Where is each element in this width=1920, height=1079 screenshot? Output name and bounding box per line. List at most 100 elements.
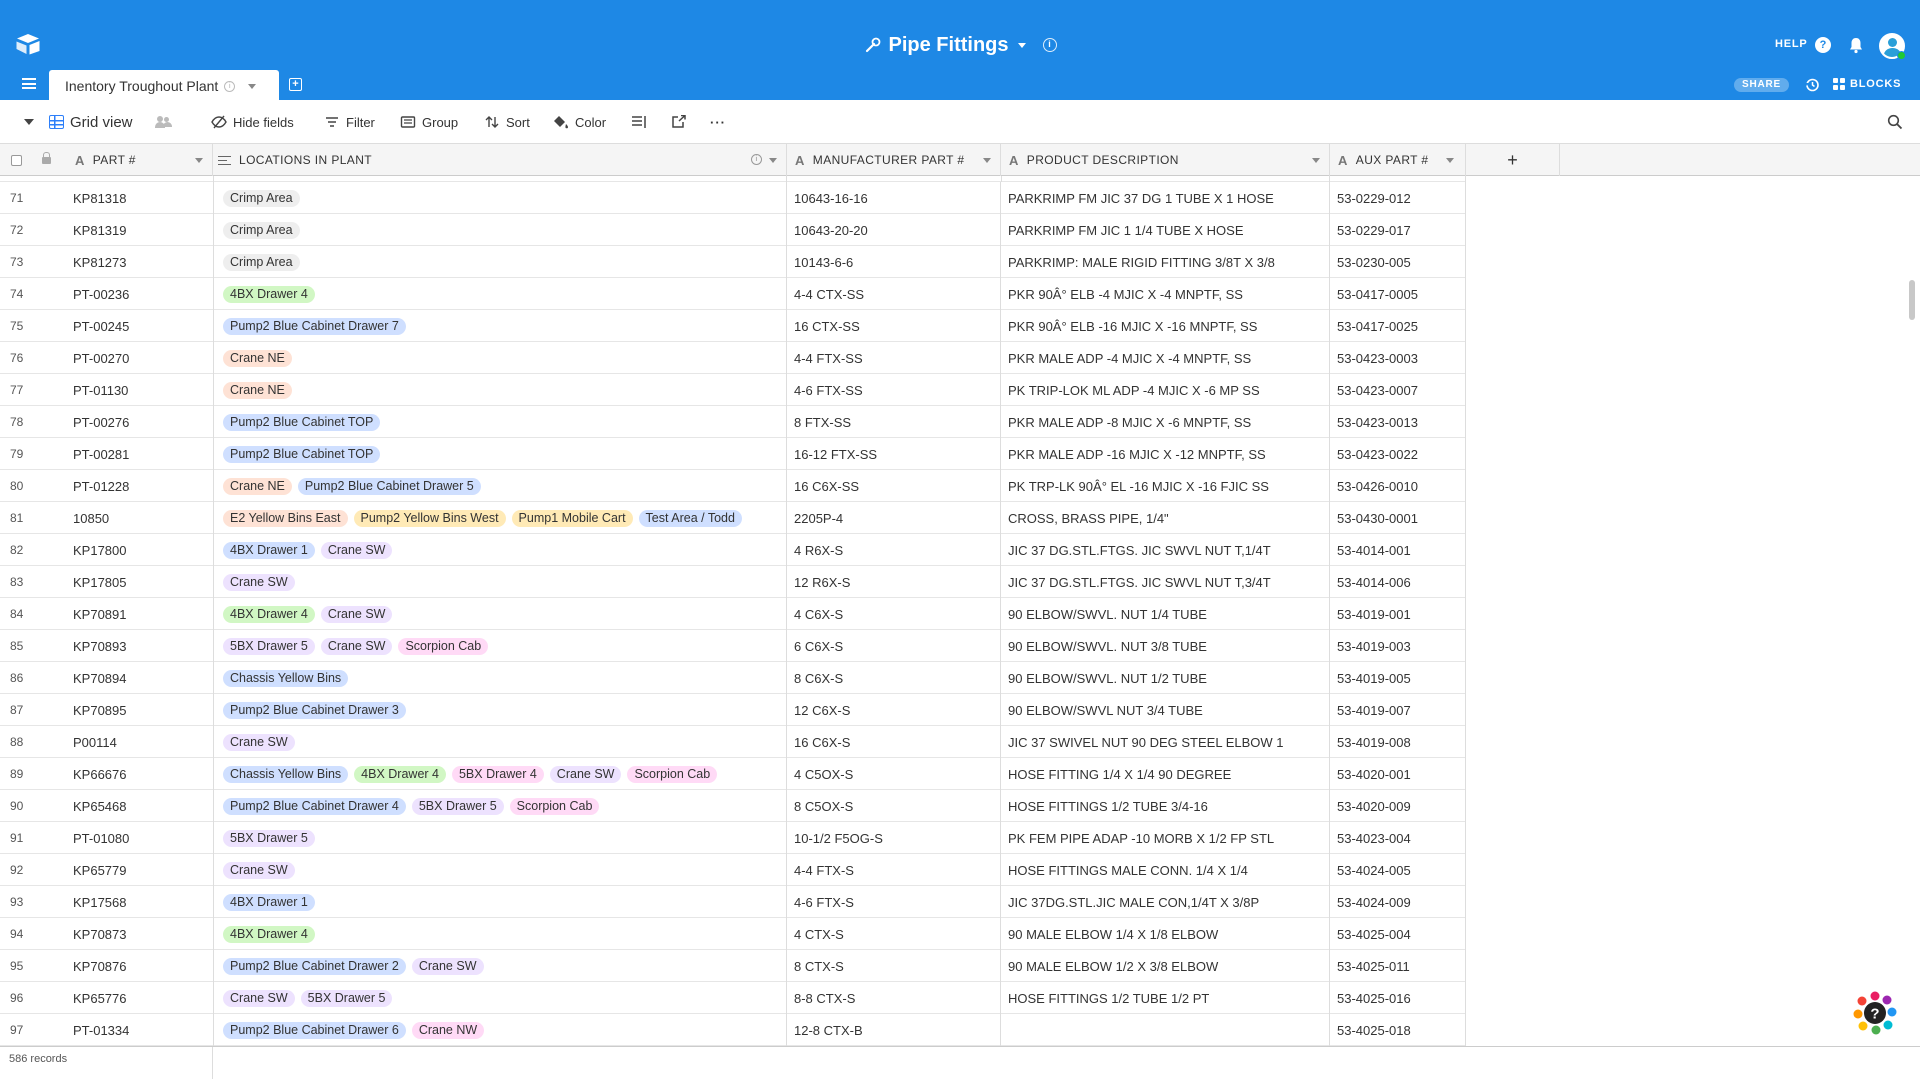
cell-aux-part[interactable]: 53-4024-005 [1330, 854, 1466, 886]
row-number[interactable]: 78 [0, 406, 72, 438]
cell-aux-part[interactable]: 53-4025-018 [1330, 1014, 1466, 1046]
column-menu-caret-icon[interactable] [195, 158, 203, 163]
row-number[interactable]: 89 [0, 758, 72, 790]
table-row[interactable]: 73 KP81273 Crimp Area 10143-6-6 PARKRIMP: MA… [0, 246, 1466, 278]
cell-product-description[interactable]: PK TRP-LK 90Â° EL -16 MJIC X -16 FJIC SS [1001, 470, 1330, 502]
column-header-part[interactable]: A PART # [72, 144, 213, 176]
cell-part-number[interactable]: PT-00245 [72, 310, 213, 342]
row-number[interactable]: 79 [0, 438, 72, 470]
cell-manufacturer-part[interactable]: 16 C6X-SS [787, 470, 1001, 502]
row-number[interactable]: 86 [0, 662, 72, 694]
cell-aux-part[interactable]: 53-0423-0007 [1330, 374, 1466, 406]
cell-manufacturer-part[interactable]: 12-8 CTX-B [787, 1014, 1001, 1046]
cell-part-number[interactable]: KP70893 [72, 630, 213, 662]
cell-manufacturer-part[interactable]: 4 R6X-S [787, 534, 1001, 566]
cell-product-description[interactable]: PARKRIMP FM JIC 37 DG 1 TUBE X 1 HOSE [1001, 182, 1330, 214]
cell-product-description[interactable]: PARKRIMP FM JIC 1 1/4 TUBE X HOSE [1001, 214, 1330, 246]
table-row[interactable]: 77 PT-01130 Crane NE 4-6 FTX-SS PK TRIP-LOK … [0, 374, 1466, 406]
cell-aux-part[interactable]: 53-4019-008 [1330, 726, 1466, 758]
cell-product-description[interactable]: JIC 37 DG.STL.FTGS. JIC SWVL NUT T,1/4T [1001, 534, 1330, 566]
cell-aux-part[interactable]: 53-4025-011 [1330, 950, 1466, 982]
cell-manufacturer-part[interactable]: 10643-16-16 [787, 182, 1001, 214]
add-table-icon[interactable]: + [289, 78, 302, 91]
field-description-icon[interactable]: i [751, 154, 762, 165]
cell-manufacturer-part[interactable]: 10-1/2 F5OG-S [787, 822, 1001, 854]
cell-aux-part[interactable]: 53-4019-003 [1330, 630, 1466, 662]
cell-aux-part[interactable]: 53-0230-005 [1330, 246, 1466, 278]
cell-locations[interactable]: 5BX Drawer 5 Crane SW Scorpion Cab [213, 630, 787, 662]
table-row[interactable]: 80 PT-01228 Crane NE Pump2 Blue Cabinet Dra… [0, 470, 1466, 502]
cell-locations[interactable]: Crane SW [213, 854, 787, 886]
table-row[interactable]: 94 KP70873 4BX Drawer 4 4 CTX-S 90 MALE ELBO… [0, 918, 1466, 950]
table-row[interactable]: 91 PT-01080 5BX Drawer 5 10-1/2 F5OG-S PK FE… [0, 822, 1466, 854]
cell-locations[interactable]: 4BX Drawer 4 [213, 278, 787, 310]
help-link[interactable]: HELP [1775, 38, 1808, 50]
cell-aux-part[interactable]: 53-4019-005 [1330, 662, 1466, 694]
cell-part-number[interactable]: 10850 [72, 502, 213, 534]
cell-manufacturer-part[interactable]: 8 CTX-S [787, 950, 1001, 982]
cell-locations[interactable]: E2 Yellow Bins East Pump2 Yellow Bins Wes… [213, 502, 787, 534]
table-tab-active[interactable]: Inentory Troughout Plant i [49, 70, 279, 102]
cell-aux-part[interactable]: 53-4014-006 [1330, 566, 1466, 598]
cell-locations[interactable]: 4BX Drawer 4 [213, 918, 787, 950]
cell-locations[interactable]: Pump2 Blue Cabinet Drawer 3 [213, 694, 787, 726]
cell-locations[interactable]: Crane NE [213, 342, 787, 374]
table-row[interactable]: 79 PT-00281 Pump2 Blue Cabinet TOP 16-12 FT… [0, 438, 1466, 470]
table-row[interactable]: 82 KP17800 4BX Drawer 1 Crane SW 4 R6X-S JIC … [0, 534, 1466, 566]
cell-locations[interactable]: Crane NE Pump2 Blue Cabinet Drawer 5 [213, 470, 787, 502]
table-row[interactable]: 86 KP70894 Chassis Yellow Bins 8 C6X-S 90 EL… [0, 662, 1466, 694]
cell-part-number[interactable]: KP65779 [72, 854, 213, 886]
cell-part-number[interactable]: PT-01080 [72, 822, 213, 854]
cell-product-description[interactable]: 90 ELBOW/SWVL. NUT 1/2 TUBE [1001, 662, 1330, 694]
cell-manufacturer-part[interactable]: 8 C5OX-S [787, 790, 1001, 822]
cell-manufacturer-part[interactable]: 4-4 CTX-SS [787, 278, 1001, 310]
row-number[interactable]: 87 [0, 694, 72, 726]
column-header-aux[interactable]: A AUX PART # [1330, 144, 1466, 176]
row-number[interactable]: 94 [0, 918, 72, 950]
add-field-button[interactable]: + [1466, 144, 1560, 176]
cell-part-number[interactable]: KP81318 [72, 182, 213, 214]
row-number[interactable]: 84 [0, 598, 72, 630]
cell-manufacturer-part[interactable]: 4-4 FTX-S [787, 854, 1001, 886]
row-number[interactable]: 85 [0, 630, 72, 662]
cell-manufacturer-part[interactable]: 4 C5OX-S [787, 758, 1001, 790]
cell-aux-part[interactable]: 53-4024-009 [1330, 886, 1466, 918]
column-menu-caret-icon[interactable] [769, 158, 777, 163]
cell-product-description[interactable]: JIC 37DG.STL.JIC MALE CON,1/4T X 3/8P [1001, 886, 1330, 918]
cell-product-description[interactable]: PKR MALE ADP -8 MJIC X -6 MNPTF, SS [1001, 406, 1330, 438]
cell-product-description[interactable]: 90 ELBOW/SWVL. NUT 3/8 TUBE [1001, 630, 1330, 662]
table-row[interactable]: 89 KP66676 Chassis Yellow Bins 4BX Drawer 4… [0, 758, 1466, 790]
row-number[interactable]: 80 [0, 470, 72, 502]
cell-aux-part[interactable]: 53-4023-004 [1330, 822, 1466, 854]
table-row[interactable]: 95 KP70876 Pump2 Blue Cabinet Drawer 2 Cran… [0, 950, 1466, 982]
cell-locations[interactable]: Pump2 Blue Cabinet TOP [213, 438, 787, 470]
table-menu-caret-icon[interactable] [248, 83, 257, 89]
table-row[interactable]: 88 P00114 Crane SW 16 C6X-S JIC 37 SWIVEL NU… [0, 726, 1466, 758]
cell-manufacturer-part[interactable]: 12 C6X-S [787, 694, 1001, 726]
cell-aux-part[interactable]: 53-4020-001 [1330, 758, 1466, 790]
table-row[interactable]: 90 KP65468 Pump2 Blue Cabinet Drawer 4 5BX … [0, 790, 1466, 822]
color-button[interactable]: Color [553, 100, 606, 144]
cell-product-description[interactable]: HOSE FITTINGS MALE CONN. 1/4 X 1/4 [1001, 854, 1330, 886]
cell-locations[interactable]: Pump2 Blue Cabinet Drawer 6 Crane NW [213, 1014, 787, 1046]
table-row[interactable]: 75 PT-00245 Pump2 Blue Cabinet Drawer 7 16 … [0, 310, 1466, 342]
cell-manufacturer-part[interactable]: 2205P-4 [787, 502, 1001, 534]
cell-manufacturer-part[interactable]: 4 CTX-S [787, 918, 1001, 950]
cell-product-description[interactable]: JIC 37 DG.STL.FTGS. JIC SWVL NUT T,3/4T [1001, 566, 1330, 598]
cell-aux-part[interactable]: 53-0229-012 [1330, 182, 1466, 214]
cell-aux-part[interactable]: 53-4025-004 [1330, 918, 1466, 950]
row-height-button[interactable] [631, 100, 647, 144]
hamburger-menu-icon[interactable] [22, 78, 36, 89]
cell-product-description[interactable]: 90 MALE ELBOW 1/2 X 3/8 ELBOW [1001, 950, 1330, 982]
hide-fields-button[interactable]: Hide fields [211, 100, 294, 144]
cell-locations[interactable]: Chassis Yellow Bins 4BX Drawer 4 5BX Drawe… [213, 758, 787, 790]
cell-manufacturer-part[interactable]: 4-4 FTX-SS [787, 342, 1001, 374]
help-question-icon[interactable]: ? [1815, 37, 1831, 53]
collaborative-view-indicator[interactable] [155, 100, 173, 144]
cell-product-description[interactable]: 90 MALE ELBOW 1/4 X 1/8 ELBOW [1001, 918, 1330, 950]
cell-part-number[interactable]: PT-00270 [72, 342, 213, 374]
cell-aux-part[interactable]: 53-4019-001 [1330, 598, 1466, 630]
table-row[interactable]: 72 KP81319 Crimp Area 10643-20-20 PARKRIMP F… [0, 214, 1466, 246]
history-icon[interactable] [1804, 77, 1820, 93]
cell-manufacturer-part[interactable]: 4-6 FTX-S [787, 886, 1001, 918]
